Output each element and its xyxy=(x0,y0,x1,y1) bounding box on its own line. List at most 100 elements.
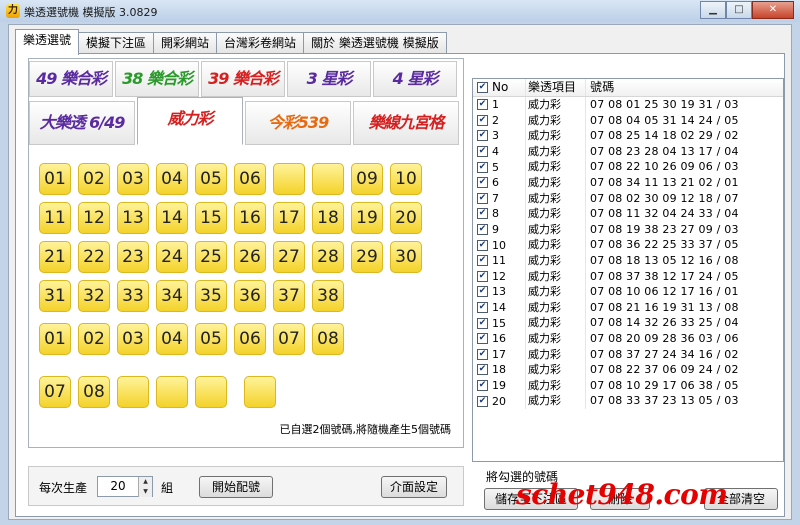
row-checkbox[interactable]: ✔ xyxy=(477,99,488,111)
close-button[interactable]: ✕ xyxy=(752,1,794,19)
start-generate-button[interactable]: 開始配號 xyxy=(199,476,273,498)
second-area-ball[interactable]: 06 xyxy=(234,323,266,355)
number-ball[interactable]: 27 xyxy=(273,241,305,273)
maximize-button[interactable]: □ xyxy=(726,1,752,19)
list-item[interactable]: ✔ 4 威力彩 07 08 23 28 04 13 17 / 04 xyxy=(473,143,783,160)
row-checkbox[interactable]: ✔ xyxy=(477,333,488,345)
header-numbers[interactable]: 號碼 xyxy=(585,79,783,96)
number-ball[interactable]: 18 xyxy=(312,202,344,234)
tab-simulated-betting[interactable]: 模擬下注區 xyxy=(78,32,155,54)
number-ball[interactable]: 37 xyxy=(273,280,305,312)
selected-number-slot[interactable] xyxy=(195,376,227,408)
number-ball[interactable]: 31 xyxy=(39,280,71,312)
second-area-ball[interactable]: 04 xyxy=(156,323,188,355)
list-item[interactable]: ✔ 12 威力彩 07 08 37 38 12 17 24 / 05 xyxy=(473,268,783,285)
row-checkbox[interactable]: ✔ xyxy=(477,286,488,298)
second-area-ball[interactable]: 01 xyxy=(39,323,71,355)
list-item[interactable]: ✔ 20 威力彩 07 08 33 37 23 13 05 / 03 xyxy=(473,393,783,409)
tab-about[interactable]: 關於 樂透選號機 模擬版 xyxy=(303,32,447,54)
list-item[interactable]: ✔ 1 威力彩 07 08 01 25 30 19 31 / 03 xyxy=(473,97,783,113)
number-ball[interactable]: 24 xyxy=(156,241,188,273)
number-ball[interactable]: 16 xyxy=(234,202,266,234)
number-ball[interactable]: 14 xyxy=(156,202,188,234)
tab-lottery-websites[interactable]: 開彩網站 xyxy=(153,32,218,54)
number-ball[interactable]: 12 xyxy=(78,202,110,234)
header-no[interactable]: No xyxy=(492,79,508,96)
list-item[interactable]: ✔ 9 威力彩 07 08 19 38 23 27 09 / 03 xyxy=(473,221,783,238)
number-ball[interactable]: 21 xyxy=(39,241,71,273)
row-checkbox[interactable]: ✔ xyxy=(477,348,488,360)
list-item[interactable]: ✔ 17 威力彩 07 08 37 27 24 34 16 / 02 xyxy=(473,346,783,363)
selected-number-slot[interactable] xyxy=(156,376,188,408)
number-ball[interactable]: 11 xyxy=(39,202,71,234)
row-checkbox[interactable]: ✔ xyxy=(477,146,488,158)
number-ball[interactable]: 06 xyxy=(234,163,266,195)
selected-number-ball[interactable]: 07 xyxy=(39,376,71,408)
row-checkbox[interactable]: ✔ xyxy=(477,395,488,407)
number-ball[interactable]: 19 xyxy=(351,202,383,234)
number-ball[interactable]: 25 xyxy=(195,241,227,273)
number-ball[interactable]: 17 xyxy=(273,202,305,234)
tab-taiwan-lottery-site[interactable]: 台灣彩卷網站 xyxy=(216,32,305,54)
number-ball[interactable]: 03 xyxy=(117,163,149,195)
game-4-star[interactable]: 4 星彩 xyxy=(373,61,457,97)
row-checkbox[interactable]: ✔ xyxy=(477,192,488,204)
list-item[interactable]: ✔ 10 威力彩 07 08 36 22 25 33 37 / 05 xyxy=(473,237,783,253)
row-checkbox[interactable]: ✔ xyxy=(477,208,488,220)
game-39-lehe[interactable]: 39 樂合彩 xyxy=(201,61,285,97)
list-item[interactable]: ✔ 19 威力彩 07 08 10 29 17 06 38 / 05 xyxy=(473,377,783,394)
number-ball[interactable]: 20 xyxy=(390,202,422,234)
selected-number-slot[interactable] xyxy=(273,163,305,195)
second-area-ball[interactable]: 08 xyxy=(312,323,344,355)
row-checkbox[interactable]: ✔ xyxy=(477,114,488,126)
list-item[interactable]: ✔ 16 威力彩 07 08 20 09 28 36 03 / 06 xyxy=(473,330,783,347)
list-item[interactable]: ✔ 2 威力彩 07 08 04 05 31 14 24 / 05 xyxy=(473,112,783,129)
number-ball[interactable]: 10 xyxy=(390,163,422,195)
selected-number-slot[interactable] xyxy=(312,163,344,195)
number-ball[interactable]: 35 xyxy=(195,280,227,312)
select-all-checkbox[interactable]: ✔ xyxy=(477,82,488,93)
list-item[interactable]: ✔ 5 威力彩 07 08 22 10 26 09 06 / 03 xyxy=(473,159,783,175)
selected-number-ball[interactable]: 08 xyxy=(78,376,110,408)
spin-up-icon[interactable]: ▲ xyxy=(138,477,152,487)
number-ball[interactable]: 28 xyxy=(312,241,344,273)
number-ball[interactable]: 05 xyxy=(195,163,227,195)
minimize-button[interactable]: ▁ xyxy=(700,1,726,19)
row-checkbox[interactable]: ✔ xyxy=(477,239,488,251)
number-ball[interactable]: 30 xyxy=(390,241,422,273)
row-checkbox[interactable]: ✔ xyxy=(477,161,488,173)
tab-lottery-picker[interactable]: 樂透選號 xyxy=(15,29,80,55)
count-spinner[interactable]: 20 ▲ ▼ xyxy=(97,476,153,497)
game-big-lotto[interactable]: 大樂透 6/49 xyxy=(29,101,135,145)
number-ball[interactable]: 13 xyxy=(117,202,149,234)
row-checkbox[interactable]: ✔ xyxy=(477,364,488,376)
number-ball[interactable]: 32 xyxy=(78,280,110,312)
row-checkbox[interactable]: ✔ xyxy=(477,270,488,282)
number-ball[interactable]: 23 xyxy=(117,241,149,273)
row-checkbox[interactable]: ✔ xyxy=(477,302,488,314)
second-area-ball[interactable]: 05 xyxy=(195,323,227,355)
number-ball[interactable]: 01 xyxy=(39,163,71,195)
row-checkbox[interactable]: ✔ xyxy=(477,317,488,329)
list-item[interactable]: ✔ 14 威力彩 07 08 21 16 19 31 13 / 08 xyxy=(473,299,783,316)
selected-number-slot[interactable] xyxy=(244,376,276,408)
row-checkbox[interactable]: ✔ xyxy=(477,130,488,142)
number-ball[interactable]: 02 xyxy=(78,163,110,195)
header-game[interactable]: 樂透項目 xyxy=(525,79,585,96)
list-item[interactable]: ✔ 7 威力彩 07 08 02 30 09 12 18 / 07 xyxy=(473,190,783,207)
game-3-star[interactable]: 3 星彩 xyxy=(287,61,371,97)
selected-number-slot[interactable] xyxy=(117,376,149,408)
list-item[interactable]: ✔ 15 威力彩 07 08 14 32 26 33 25 / 04 xyxy=(473,315,783,331)
second-area-ball[interactable]: 03 xyxy=(117,323,149,355)
number-ball[interactable]: 22 xyxy=(78,241,110,273)
number-ball[interactable]: 34 xyxy=(156,280,188,312)
interface-settings-button[interactable]: 介面設定 xyxy=(381,476,447,498)
row-checkbox[interactable]: ✔ xyxy=(477,379,488,391)
list-item[interactable]: ✔ 18 威力彩 07 08 22 37 06 09 24 / 02 xyxy=(473,362,783,378)
number-ball[interactable]: 33 xyxy=(117,280,149,312)
spin-down-icon[interactable]: ▼ xyxy=(138,487,152,497)
row-checkbox[interactable]: ✔ xyxy=(477,255,488,267)
results-list[interactable]: ✔ No 樂透項目 號碼 ✔ 1 威力彩 07 08 01 25 30 19 31 / … xyxy=(472,78,784,462)
list-item[interactable]: ✔ 11 威力彩 07 08 18 13 05 12 16 / 08 xyxy=(473,252,783,269)
count-value[interactable]: 20 xyxy=(98,479,138,493)
